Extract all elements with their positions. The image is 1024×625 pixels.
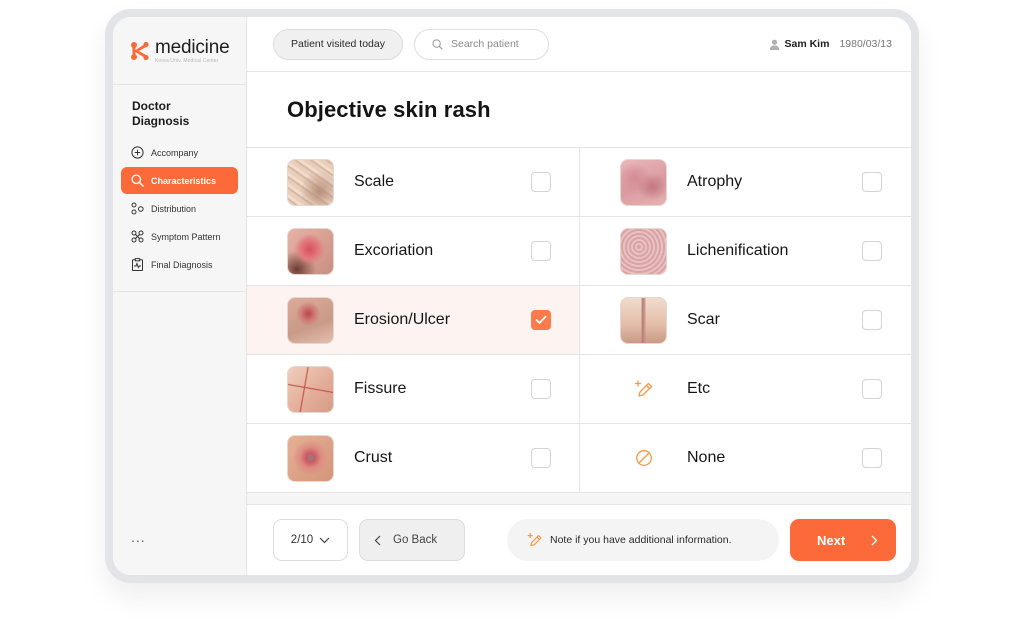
option-label: Excoriation	[354, 242, 434, 259]
option-checkbox[interactable]	[862, 379, 882, 399]
check-icon	[535, 315, 547, 324]
option-checkbox[interactable]	[862, 172, 882, 192]
excoriation-photo	[287, 227, 334, 275]
option-label: Atrophy	[687, 173, 743, 190]
go-back-label: Go Back	[393, 534, 438, 546]
sidebar-item-label: Distribution	[151, 203, 197, 214]
app-screen: medicine Korea Univ. Medical Center Doct…	[113, 17, 911, 575]
option-fissure[interactable]: Fissure	[247, 355, 579, 423]
ban-icon	[635, 450, 652, 466]
more-options-button[interactable]: ...	[131, 529, 146, 545]
go-back-button[interactable]: Go Back	[359, 519, 465, 561]
pencil-plus-icon	[527, 533, 542, 547]
scar-photo	[620, 296, 667, 344]
sidebar-item-label: Final Diagnosis	[151, 259, 213, 270]
option-checkbox-checked[interactable]	[531, 310, 551, 330]
list-scroll-end	[247, 493, 911, 505]
fissure-photo	[287, 365, 334, 413]
sidebar-item-label: Accompany	[151, 147, 199, 158]
page-title: Objective skin rash	[287, 96, 491, 122]
erosion-ulcer-photo	[287, 296, 334, 344]
patient-dob: 1980/03/13	[839, 38, 892, 50]
option-checkbox[interactable]	[531, 241, 551, 261]
sidebar: medicine Korea Univ. Medical Center Doct…	[113, 17, 247, 575]
search-patient-input[interactable]	[450, 38, 541, 50]
logo-mark-icon	[131, 41, 149, 60]
option-checkbox[interactable]	[862, 448, 882, 468]
option-scale[interactable]: Scale	[247, 148, 579, 216]
patient-info: Sam Kim 1980/03/13	[769, 38, 892, 50]
option-erosion-ulcer[interactable]: Erosion/Ulcer	[247, 286, 579, 354]
sidebar-item-label: Symptom Pattern	[151, 231, 221, 242]
add-note-button[interactable]: Note if you have additional information.	[507, 519, 779, 561]
option-excoriation[interactable]: Excoriation	[247, 217, 579, 285]
top-bar: Patient visited today Sam Kim 1980/03/13	[247, 17, 911, 72]
rash-options-grid: Scale Atrophy Excoriation Lichenificatio…	[247, 148, 911, 493]
option-label: Lichenification	[687, 242, 789, 259]
option-lichenification[interactable]: Lichenification	[580, 217, 911, 285]
crust-photo	[287, 434, 334, 482]
patient-visited-today-button[interactable]: Patient visited today	[273, 28, 403, 60]
option-label: None	[687, 449, 726, 466]
nav-section-title: Doctor Diagnosis	[132, 99, 190, 128]
plus-circle-icon	[131, 146, 144, 159]
search-icon	[131, 174, 144, 187]
option-atrophy[interactable]: Atrophy	[580, 148, 911, 216]
note-label: Note if you have additional information.	[550, 534, 732, 546]
logo[interactable]: medicine Korea Univ. Medical Center	[113, 17, 246, 85]
option-checkbox[interactable]	[862, 310, 882, 330]
chevron-right-icon	[871, 535, 878, 545]
sidebar-item-distribution[interactable]: Distribution	[121, 195, 238, 222]
sidebar-item-symptom-pattern[interactable]: Symptom Pattern	[121, 223, 238, 250]
option-none[interactable]: None	[580, 424, 911, 492]
option-crust[interactable]: Crust	[247, 424, 579, 492]
chevron-down-icon	[319, 537, 330, 543]
option-label: Crust	[354, 449, 393, 466]
option-checkbox[interactable]	[862, 241, 882, 261]
option-label: Etc	[687, 380, 711, 397]
option-etc[interactable]: Etc	[580, 355, 911, 423]
sidebar-item-label: Characteristics	[151, 175, 217, 186]
page-indicator: 2/10	[290, 534, 314, 546]
lichenification-photo	[620, 227, 667, 275]
sidebar-item-characteristics[interactable]: Characteristics	[121, 167, 238, 194]
pattern-icon	[131, 230, 144, 243]
brand-subtitle: Korea Univ. Medical Center	[155, 57, 219, 64]
pencil-plus-icon	[634, 380, 652, 397]
option-checkbox[interactable]	[531, 448, 551, 468]
scale-photo	[287, 158, 334, 206]
option-label: Fissure	[354, 380, 407, 397]
next-button[interactable]: Next	[790, 519, 896, 561]
search-box[interactable]	[413, 28, 549, 60]
title-area: Objective skin rash	[247, 72, 911, 148]
option-scar[interactable]: Scar	[580, 286, 911, 354]
main-content: Patient visited today Sam Kim 1980/03/13…	[247, 17, 911, 575]
chevron-left-icon	[374, 535, 381, 545]
page-selector[interactable]: 2/10	[273, 519, 348, 561]
patient-name: Sam Kim	[784, 38, 830, 50]
atrophy-photo	[620, 158, 667, 206]
option-label: Scar	[687, 311, 720, 328]
next-label: Next	[817, 532, 846, 548]
clipboard-icon	[131, 258, 144, 271]
sidebar-item-accompany[interactable]: Accompany	[121, 139, 238, 166]
bottom-bar: 2/10 Go Back Note if you have additional…	[247, 505, 911, 575]
option-checkbox[interactable]	[531, 172, 551, 192]
option-checkbox[interactable]	[531, 379, 551, 399]
option-label: Erosion/Ulcer	[354, 311, 451, 328]
sidebar-nav: Doctor Diagnosis Accompany Characteristi…	[113, 85, 246, 292]
search-icon	[432, 38, 443, 50]
option-label: Scale	[354, 173, 395, 190]
brand-name: medicine	[155, 36, 230, 58]
sidebar-item-final-diagnosis[interactable]: Final Diagnosis	[121, 251, 238, 278]
distribution-icon	[131, 202, 144, 215]
user-icon	[769, 39, 779, 50]
